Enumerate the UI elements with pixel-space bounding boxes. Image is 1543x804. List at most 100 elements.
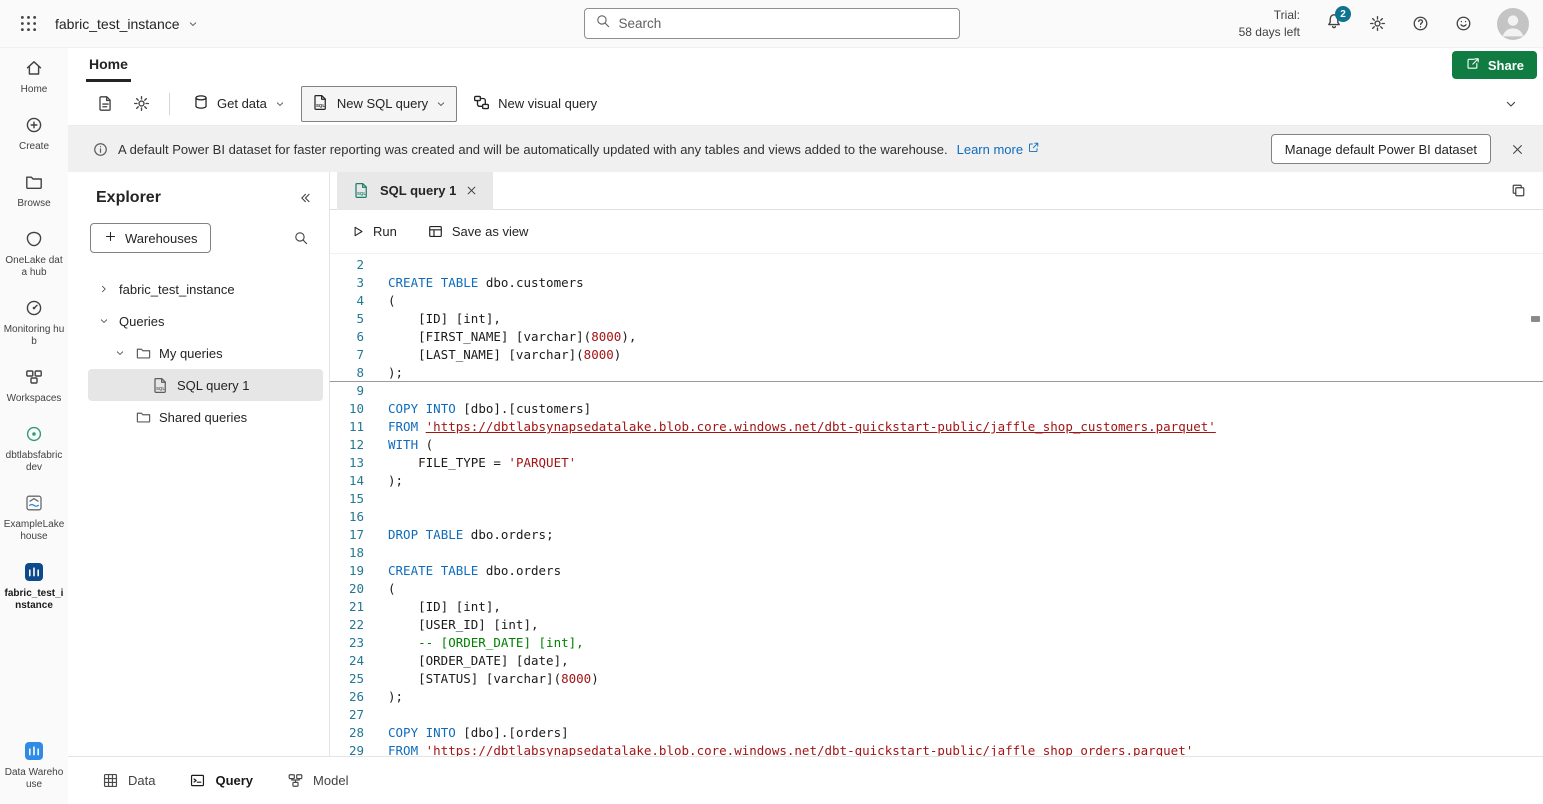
- notifications-button[interactable]: 2: [1324, 11, 1344, 36]
- close-tab-icon[interactable]: [465, 184, 478, 197]
- line-number: 19: [330, 562, 364, 580]
- run-icon: [350, 224, 365, 239]
- sidebar-item-fabric-test-instance[interactable]: fabric_test_instance: [0, 552, 68, 621]
- bottom-tab-data[interactable]: Data: [102, 772, 155, 789]
- tree-item-shared-queries[interactable]: Shared queries: [88, 401, 323, 433]
- browse-icon: [24, 171, 44, 193]
- bottom-tab-model[interactable]: Model: [287, 772, 348, 789]
- line-number: 14: [330, 472, 364, 490]
- sidebar-item-label: OneLake data hub: [3, 255, 65, 279]
- code-line: 14);: [330, 472, 1543, 490]
- sidebar-item-data-warehouse[interactable]: Data Warehouse: [0, 731, 68, 800]
- sidebar-item-browse[interactable]: Browse: [0, 162, 68, 219]
- share-label: Share: [1488, 58, 1524, 73]
- code-line: 11FROM 'https://dbtlabsynapsedatalake.bl…: [330, 418, 1543, 436]
- trial-remaining: 58 days left: [1239, 24, 1300, 40]
- code-text: [364, 382, 388, 400]
- bottom-tab-label: Data: [128, 773, 155, 788]
- feedback-button[interactable]: [1454, 14, 1473, 33]
- external-link-icon: [1027, 141, 1040, 157]
- copy-icon[interactable]: [1510, 182, 1527, 199]
- tree-item-label: Shared queries: [159, 410, 247, 425]
- bottom-tab-query[interactable]: Query: [189, 772, 253, 789]
- tree-item-label: Queries: [119, 314, 165, 329]
- collapse-ribbon-button[interactable]: [1503, 96, 1519, 112]
- code-text: [STATUS] [varchar](8000): [364, 670, 599, 688]
- line-number: 6: [330, 328, 364, 346]
- chevron-right-icon[interactable]: [96, 283, 112, 295]
- code-text: [364, 544, 388, 562]
- code-text: CREATE TABLE dbo.orders: [364, 562, 561, 580]
- chevron-down-icon[interactable]: [112, 347, 128, 359]
- line-number: 10: [330, 400, 364, 418]
- tree-item-fabric-test-instance[interactable]: fabric_test_instance: [88, 273, 323, 305]
- sidebar-item-create[interactable]: Create: [0, 105, 68, 162]
- settings-gear-button[interactable]: [126, 89, 156, 119]
- collapse-panel-icon[interactable]: [297, 190, 313, 206]
- bottom-tabbar: Data Query Model: [68, 756, 1543, 804]
- learn-more-link[interactable]: Learn more: [957, 141, 1040, 157]
- app-launcher-icon[interactable]: [20, 15, 37, 32]
- code-line: 18: [330, 544, 1543, 562]
- get-data-icon: [192, 93, 210, 114]
- svg-text:SQL: SQL: [316, 103, 325, 108]
- sidebar-item-workspaces[interactable]: Workspaces: [0, 357, 68, 414]
- line-number: 12: [330, 436, 364, 454]
- sidebar-item-onelake-data-hub[interactable]: OneLake data hub: [0, 219, 68, 288]
- explorer-search-icon[interactable]: [293, 230, 309, 246]
- code-line: 9: [330, 382, 1543, 400]
- code-text: [364, 256, 388, 274]
- tree-item-sql-query-1[interactable]: SQLSQL query 1: [88, 369, 323, 401]
- save-as-view-button[interactable]: Save as view: [417, 217, 539, 246]
- sidebar-item-home[interactable]: Home: [0, 48, 68, 105]
- account-avatar[interactable]: [1497, 8, 1529, 40]
- sidebar-item-dbtlabsfabricdev[interactable]: dbtlabsfabricdev: [0, 414, 68, 483]
- line-number: 15: [330, 490, 364, 508]
- line-number: 9: [330, 382, 364, 400]
- bottom-tab-label: Query: [215, 773, 253, 788]
- tree-item-queries[interactable]: Queries: [88, 305, 323, 337]
- query-tab[interactable]: SQL SQL query 1: [337, 172, 493, 210]
- tab-home[interactable]: Home: [86, 48, 131, 82]
- chevron-down-icon[interactable]: [96, 315, 112, 327]
- sidebar-item-label: fabric_test_instance: [3, 588, 65, 612]
- data-grid-icon: [102, 772, 119, 789]
- banner-message: A default Power BI dataset for faster re…: [118, 142, 948, 157]
- share-button[interactable]: Share: [1452, 51, 1537, 79]
- info-icon: [92, 141, 109, 158]
- sidebar-item-examplelakehouse[interactable]: ExampleLakehouse: [0, 483, 68, 552]
- query-tab-icon: [189, 772, 206, 789]
- sidebar-item-label: Create: [3, 141, 65, 153]
- sidebar-item-monitoring-hub[interactable]: Monitoring hub: [0, 288, 68, 357]
- sidebar-item-label: Browse: [3, 198, 65, 210]
- data-warehouse-icon: [23, 740, 45, 762]
- warehouses-button[interactable]: Warehouses: [90, 223, 211, 253]
- info-banner: A default Power BI dataset for faster re…: [68, 126, 1543, 172]
- tab-home-label: Home: [89, 56, 128, 72]
- search-box[interactable]: [584, 8, 960, 39]
- search-input[interactable]: [619, 16, 949, 31]
- sql-query-icon: SQL: [311, 93, 330, 115]
- query-toolbar: Run Save as view: [330, 210, 1543, 254]
- tree-item-my-queries[interactable]: My queries: [88, 337, 323, 369]
- toolbar-divider: [169, 93, 170, 115]
- get-data-button[interactable]: Get data: [183, 87, 295, 120]
- notification-badge: 2: [1335, 6, 1351, 22]
- new-visual-query-button[interactable]: New visual query: [463, 87, 606, 121]
- new-sql-query-button[interactable]: SQL New SQL query: [301, 86, 457, 122]
- manage-dataset-button[interactable]: Manage default Power BI dataset: [1271, 134, 1491, 164]
- folder-icon: [135, 345, 152, 362]
- rail-items: Home Create Browse OneLake data hub Monitori…: [0, 48, 68, 731]
- code-editor[interactable]: 23CREATE TABLE dbo.customers4(5 [ID] [in…: [330, 254, 1543, 756]
- workspace-switcher[interactable]: fabric_test_instance: [55, 16, 199, 32]
- code-line: 8);: [330, 364, 1543, 382]
- new-item-button[interactable]: [90, 89, 120, 119]
- run-button[interactable]: Run: [340, 218, 407, 245]
- help-button[interactable]: [1411, 14, 1430, 33]
- settings-button[interactable]: [1368, 14, 1387, 33]
- lakehouse-icon: [24, 492, 44, 514]
- code-line: 26);: [330, 688, 1543, 706]
- visual-query-icon: [472, 93, 491, 115]
- close-banner-icon[interactable]: [1510, 142, 1525, 157]
- get-data-label: Get data: [217, 96, 267, 111]
